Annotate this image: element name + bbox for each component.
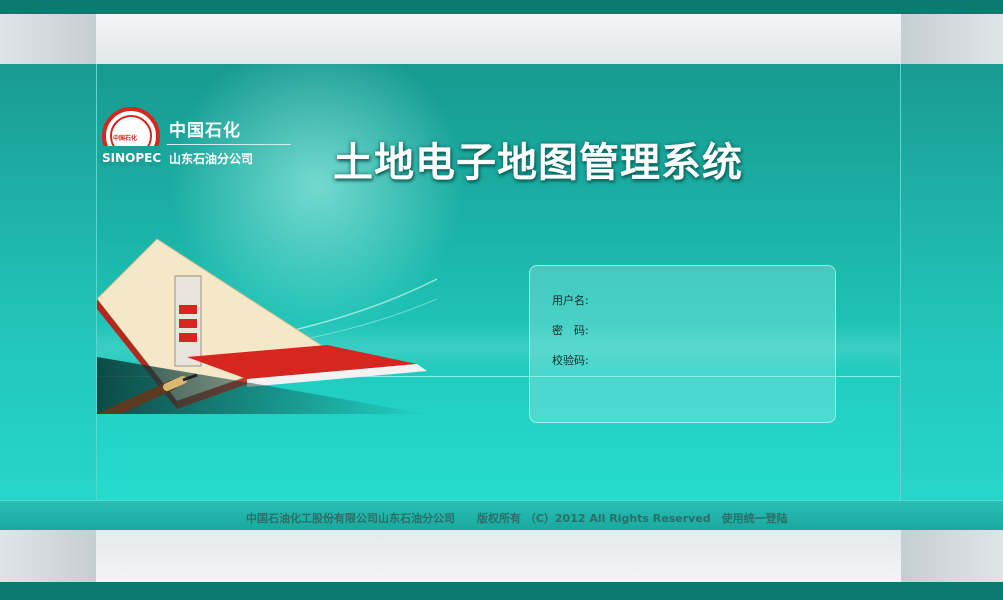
company-name: 中国石化 — [169, 121, 241, 141]
hero-illustration — [97, 238, 438, 424]
right-side-panel — [901, 64, 1003, 530]
logo-divider — [167, 144, 291, 145]
top-band — [0, 14, 1003, 64]
password-input[interactable] — [596, 321, 750, 339]
logo-badge-text: 中国石化 — [113, 134, 137, 142]
logo-sinopec-text: SINOPEC — [102, 151, 161, 165]
bottom-band — [0, 530, 1003, 582]
app-title: 土地电子地图管理系统 — [333, 140, 743, 186]
company-branch: 山东石油分公司 — [169, 152, 254, 166]
top-strip — [0, 0, 1003, 14]
main-panel: 中国石化 SINOPEC 中国石化 山东石油分公司 土地电子地图管理系统 用户名… — [96, 64, 901, 530]
username-input[interactable] — [596, 291, 750, 309]
bottom-strip — [0, 582, 1003, 600]
captcha-label: 校验码: — [552, 354, 589, 367]
footer-copyright: 中国石油化工股份有限公司山东石油分公司 版权所有 （C）2012 All Rig… — [246, 512, 788, 525]
left-side-panel — [0, 64, 96, 530]
captcha-input[interactable] — [596, 351, 750, 369]
password-label: 密 码: — [552, 324, 589, 337]
login-panel: 用户名: 密 码: 校验码: — [529, 265, 836, 423]
username-label: 用户名: — [552, 294, 589, 307]
sinopec-logo: 中国石化 SINOPEC — [101, 106, 161, 172]
